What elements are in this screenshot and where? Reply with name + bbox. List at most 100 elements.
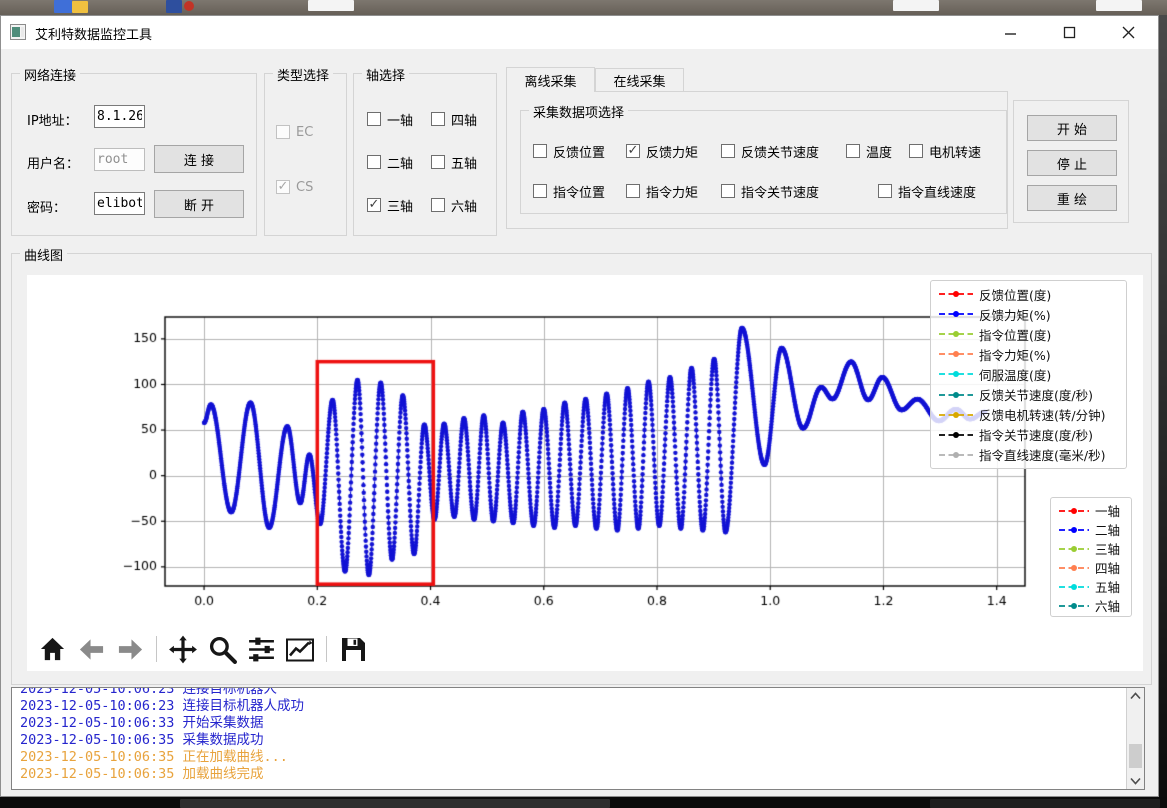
redraw-button[interactable]: 重 绘 — [1027, 185, 1117, 211]
checkbox-label: 电机转速 — [929, 142, 981, 161]
start-button[interactable]: 开 始 — [1027, 115, 1117, 141]
log-scrollbar[interactable] — [1126, 688, 1144, 789]
checkbox-label: 反馈力矩 — [646, 142, 698, 161]
check-icon — [628, 146, 639, 157]
desktop-icon-label — [1096, 0, 1142, 11]
checkbox-type-ec[interactable]: EC — [276, 124, 313, 140]
window-title: 艾利特数据监控工具 — [35, 24, 152, 43]
legend-entry: 伺服温度(度) — [939, 365, 1120, 384]
plot-toolbar — [27, 627, 1143, 671]
plot-group: 曲线图 反馈位置(度)反馈力矩(%)指令位置(度)指令力矩(%)伺服温度(度)反… — [11, 253, 1152, 685]
save-button[interactable] — [338, 634, 368, 664]
legend-entry: 四轴 — [1059, 558, 1125, 577]
legend-label: 四轴 — [1095, 558, 1120, 577]
checkbox-command-position[interactable]: 指令位置 — [533, 183, 605, 199]
zoom-button[interactable] — [207, 634, 237, 664]
line-chart-icon — [285, 635, 315, 664]
home-button[interactable] — [37, 634, 67, 664]
checkbox-feedback-torque[interactable]: 反馈力矩 — [626, 143, 698, 159]
desktop-shadow — [930, 799, 1160, 808]
checkbox-command-torque[interactable]: 指令力矩 — [626, 183, 698, 199]
legend-line-marker-icon — [939, 309, 973, 319]
checkbox-label: 一轴 — [387, 110, 413, 129]
log-line: 2023-12-05-10:06:33 开始采集数据 — [20, 715, 304, 732]
scroll-up-button[interactable] — [1127, 688, 1144, 704]
disconnect-button[interactable]: 断 开 — [154, 190, 244, 218]
stop-button[interactable]: 停 止 — [1027, 150, 1117, 176]
legend-line-marker-icon — [1059, 544, 1089, 554]
legend-entry: 指令位置(度) — [939, 325, 1120, 344]
pan-button[interactable] — [168, 634, 198, 664]
checkbox-axis-2[interactable]: 二轴 — [367, 154, 413, 170]
checkbox-box — [367, 155, 381, 169]
maximize-button[interactable] — [1046, 19, 1092, 46]
checkbox-command-linear-speed[interactable]: 指令直线速度 — [878, 183, 976, 199]
legend-label: 指令力矩(%) — [979, 345, 1051, 364]
checkbox-axis-1[interactable]: 一轴 — [367, 111, 413, 127]
legend-entry: 指令直线速度(毫米/秒) — [939, 445, 1120, 464]
back-button[interactable] — [76, 634, 106, 664]
legend-label: 反馈力矩(%) — [979, 305, 1051, 324]
log-area[interactable]: 2023-12-05-10:06:23 连接目标机器人 2023-12-05-10… — [11, 687, 1145, 790]
save-icon — [339, 635, 367, 663]
legend-main: 反馈位置(度)反馈力矩(%)指令位置(度)指令力矩(%)伺服温度(度)反馈关节速… — [930, 280, 1127, 469]
sliders-icon — [247, 635, 276, 664]
legend-label: 反馈关节速度(度/秒) — [979, 385, 1093, 404]
legend-line-marker-icon — [1059, 582, 1089, 592]
home-icon — [39, 636, 66, 663]
checkbox-box — [846, 144, 860, 158]
legend-line-marker-icon — [1059, 506, 1089, 516]
checkbox-label: 三轴 — [387, 196, 413, 215]
checkbox-command-joint-speed[interactable]: 指令关节速度 — [721, 183, 819, 199]
legend-label: 六轴 — [1095, 596, 1120, 615]
checkbox-box — [276, 125, 290, 139]
edit-axes-button[interactable] — [285, 634, 315, 664]
legend-label: 伺服温度(度) — [979, 365, 1051, 384]
close-button[interactable] — [1105, 19, 1151, 46]
checkbox-label: 温度 — [866, 142, 892, 161]
legend-entry: 二轴 — [1059, 520, 1125, 539]
legend-line-marker-icon — [939, 289, 973, 299]
check-icon — [278, 182, 289, 193]
legend-label: 指令位置(度) — [979, 325, 1051, 344]
username-input[interactable] — [94, 148, 145, 171]
maximize-icon — [1063, 26, 1076, 39]
checkbox-box — [367, 112, 381, 126]
minimize-button[interactable] — [987, 19, 1033, 46]
checkbox-label: 反馈关节速度 — [741, 142, 819, 161]
checkbox-axis-3[interactable]: 三轴 — [367, 197, 413, 213]
checkbox-axis-4[interactable]: 四轴 — [431, 111, 477, 127]
password-input[interactable] — [94, 192, 145, 215]
checkbox-feedback-position[interactable]: 反馈位置 — [533, 143, 605, 159]
scrollbar-thumb[interactable] — [1129, 744, 1142, 768]
chevron-up-icon — [1130, 692, 1141, 700]
legend-line-marker-icon — [1059, 563, 1089, 573]
checkbox-axis-6[interactable]: 六轴 — [431, 197, 477, 213]
checkbox-feedback-joint-speed[interactable]: 反馈关节速度 — [721, 143, 819, 159]
connect-button[interactable]: 连 接 — [154, 145, 244, 173]
network-group-label: 网络连接 — [20, 65, 80, 84]
tab-label: 离线采集 — [524, 71, 576, 90]
checkbox-type-cs[interactable]: CS — [276, 179, 313, 195]
configure-subplots-button[interactable] — [246, 634, 276, 664]
desktop-bottom-strip — [0, 797, 1167, 808]
tab-pane: 采集数据项选择 反馈位置 反馈力矩 反馈关节速度 温度 电机转速 — [506, 91, 1008, 229]
desktop-top-strip — [0, 0, 1167, 15]
axis-select-group-label: 轴选择 — [362, 65, 409, 84]
check-icon — [369, 200, 380, 211]
desktop-icon — [184, 1, 194, 11]
ip-input[interactable] — [94, 105, 145, 128]
checkbox-motor-speed[interactable]: 电机转速 — [909, 143, 981, 159]
forward-button[interactable] — [115, 634, 145, 664]
log-lines: 2023-12-05-10:06:23 连接目标机器人 2023-12-05-10… — [20, 687, 304, 783]
tab-offline-collect[interactable]: 离线采集 — [506, 67, 595, 92]
plot-group-label: 曲线图 — [20, 245, 67, 264]
checkbox-axis-5[interactable]: 五轴 — [431, 154, 477, 170]
scroll-down-button[interactable] — [1127, 773, 1144, 789]
checkbox-temperature[interactable]: 温度 — [846, 143, 892, 159]
checkbox-label: 指令力矩 — [646, 182, 698, 201]
log-line: 2023-12-05-10:06:35 正在加载曲线... — [20, 749, 304, 766]
log-line: 2023-12-05-10:06:23 连接目标机器人 — [20, 687, 304, 698]
tab-online-collect[interactable]: 在线采集 — [595, 68, 684, 92]
checkbox-box — [367, 198, 381, 212]
